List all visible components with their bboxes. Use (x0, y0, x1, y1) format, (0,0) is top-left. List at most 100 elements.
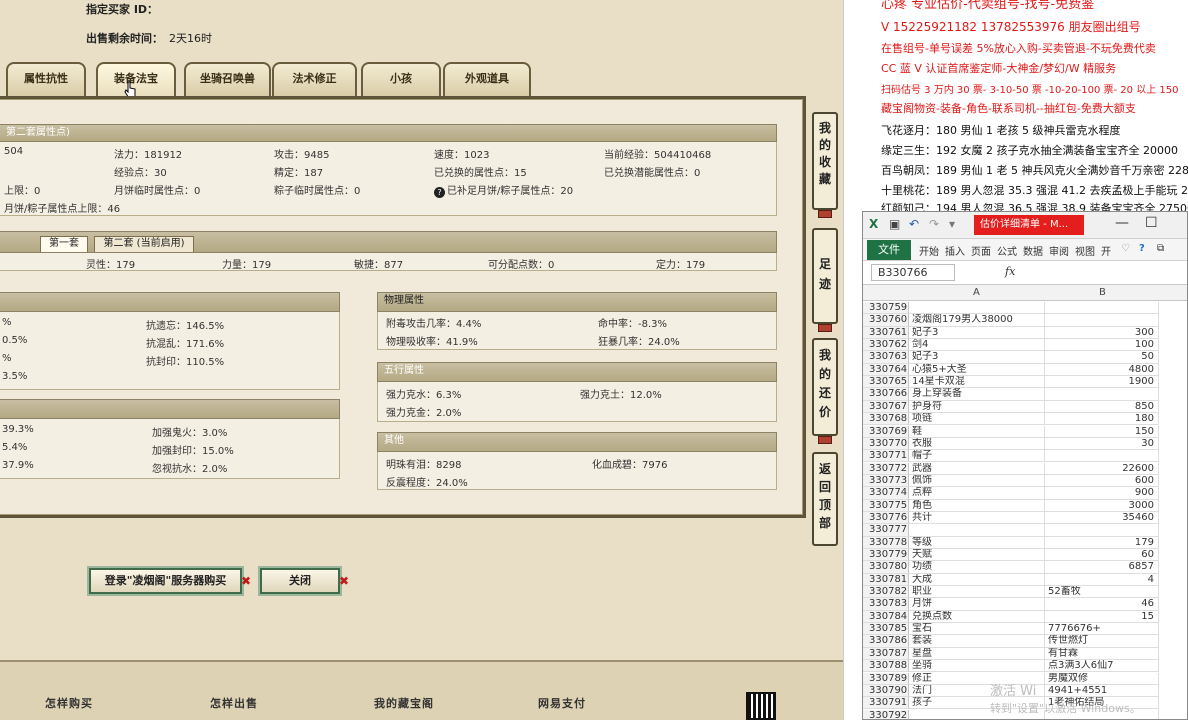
tab-spells[interactable]: 法术修正 (272, 62, 357, 96)
fx-icon[interactable]: fx (1005, 265, 1015, 278)
row-number[interactable]: 330778 (863, 536, 909, 549)
tab-home[interactable]: 开始 (919, 243, 939, 258)
sheet-row[interactable]: 330779 天赋 60 (863, 549, 1187, 562)
sheet-row[interactable]: 330771 帽子 (863, 450, 1187, 463)
tab-equipment[interactable]: 装备法宝 (96, 62, 176, 96)
cell-a[interactable]: 宝石 (909, 623, 1045, 636)
sheet-row[interactable]: 330770 衣服 30 (863, 437, 1187, 451)
sheet-row[interactable]: 330768 项链 180 (863, 413, 1187, 426)
cell-b[interactable] (1045, 450, 1159, 463)
cell-a[interactable] (909, 524, 1045, 537)
sheet-row[interactable]: 330775 角色 3000 (863, 499, 1187, 512)
cell-b[interactable]: 100 (1045, 339, 1159, 352)
cell-a[interactable]: 心猿5+大圣 (909, 363, 1045, 377)
tab-attributes[interactable]: 属性抗性 (6, 62, 86, 96)
cell-a[interactable]: 鞋 (909, 425, 1045, 438)
cell-b[interactable] (1045, 388, 1159, 401)
row-number[interactable]: 330788 (863, 660, 909, 673)
footer-link-how-to-buy[interactable]: 怎样购买 (45, 695, 93, 711)
cell-b[interactable] (1045, 524, 1159, 537)
sheet-row[interactable]: 330765 14星卡双混 1900 (863, 376, 1187, 389)
cell-a[interactable]: 项链 (909, 413, 1045, 426)
cell-b[interactable]: 50 (1045, 351, 1159, 364)
cell-b[interactable]: 52畜牧 (1045, 586, 1159, 599)
footer-link-my-cbg[interactable]: 我的藏宝阁 (374, 695, 434, 711)
row-number[interactable]: 330781 (863, 573, 909, 586)
qat-dropdown-icon[interactable]: ▾ (949, 217, 955, 231)
cell-a[interactable]: 佩饰 (909, 474, 1045, 488)
sheet-row[interactable]: 330782 职业 52畜牧 (863, 586, 1187, 599)
cell-b[interactable]: 22600 (1045, 462, 1159, 475)
row-number[interactable]: 330759 (863, 302, 909, 315)
redo-icon[interactable]: ↷ (929, 217, 939, 231)
cell-a[interactable]: 功绩 (909, 561, 1045, 574)
footer-link-netease-pay[interactable]: 网易支付 (538, 695, 586, 711)
sheet-row[interactable]: 330761 妃子3 300 (863, 326, 1187, 339)
row-number[interactable]: 330782 (863, 586, 909, 599)
row-number[interactable]: 330792 (863, 709, 909, 719)
cell-b[interactable]: 3000 (1045, 499, 1159, 512)
undo-icon[interactable]: ↶ (909, 217, 919, 231)
cell-a[interactable]: 月饼 (909, 598, 1045, 611)
cell-b[interactable]: 15 (1045, 610, 1159, 624)
cell-a[interactable]: 大成 (909, 573, 1045, 586)
tab-dev[interactable]: 开 (1101, 243, 1111, 258)
cell-b[interactable]: 46 (1045, 598, 1159, 611)
cell-b[interactable]: 6857 (1045, 561, 1159, 574)
sheet-row[interactable]: 330786 套装 传世燃灯 (863, 635, 1187, 648)
tab-data[interactable]: 数据 (1023, 243, 1043, 258)
row-number[interactable]: 330773 (863, 474, 909, 488)
cell-b[interactable]: 4941+4551 (1045, 684, 1159, 698)
row-number[interactable]: 330789 (863, 672, 909, 685)
tab-view[interactable]: 视图 (1075, 243, 1095, 258)
row-number[interactable]: 330791 (863, 697, 909, 710)
row-number[interactable]: 330787 (863, 647, 909, 661)
cell-b[interactable]: 男魔双修 (1045, 672, 1159, 685)
tab-page[interactable]: 页面 (971, 243, 991, 258)
sheet-row[interactable]: 330778 等级 179 (863, 536, 1187, 549)
row-number[interactable]: 330769 (863, 425, 909, 438)
cell-b[interactable]: 150 (1045, 425, 1159, 438)
row-number[interactable]: 330785 (863, 623, 909, 636)
sheet-row[interactable]: 330769 鞋 150 (863, 425, 1187, 438)
row-number[interactable]: 330775 (863, 499, 909, 512)
tab-formula[interactable]: 公式 (997, 243, 1017, 258)
sheet-row[interactable]: 330766 身上穿装备 (863, 388, 1187, 401)
row-number[interactable]: 330772 (863, 462, 909, 475)
cell-a[interactable]: 星盘 (909, 647, 1045, 661)
cell-a[interactable]: 帽子 (909, 450, 1045, 463)
row-number[interactable]: 330762 (863, 339, 909, 352)
row-number[interactable]: 330786 (863, 635, 909, 648)
tab-child[interactable]: 小孩 (361, 62, 441, 96)
row-number[interactable]: 330768 (863, 413, 909, 426)
sheet-row[interactable]: 330774 点粹 900 (863, 487, 1187, 500)
cell-b[interactable]: 传世燃灯 (1045, 635, 1159, 648)
cell-b[interactable] (1045, 302, 1159, 315)
cell-b[interactable]: 7776676+ (1045, 623, 1159, 636)
sheet-row[interactable]: 330777 (863, 524, 1187, 537)
minimize-icon[interactable]: — (1115, 215, 1129, 231)
sheet-row[interactable]: 330781 大成 4 (863, 573, 1187, 586)
footprint-button[interactable]: 足迹 (812, 228, 838, 324)
cell-a[interactable]: 武器 (909, 462, 1045, 475)
cell-a[interactable]: 等级 (909, 536, 1045, 549)
sheet-row[interactable]: 330764 心猿5+大圣 4800 (863, 363, 1187, 377)
restore-icon[interactable]: ⧉ (1157, 243, 1164, 254)
cell-a[interactable]: 职业 (909, 586, 1045, 599)
cell-b[interactable]: 850 (1045, 400, 1159, 414)
cell-b[interactable]: 30 (1045, 437, 1159, 451)
cell-b[interactable]: 300 (1045, 326, 1159, 339)
cell-a[interactable]: 衣服 (909, 437, 1045, 451)
cell-a[interactable]: 角色 (909, 499, 1045, 512)
row-number[interactable]: 330771 (863, 450, 909, 463)
cell-a[interactable]: 天赋 (909, 549, 1045, 562)
cell-b[interactable]: 180 (1045, 413, 1159, 426)
tab-review[interactable]: 审阅 (1049, 243, 1069, 258)
cell-b[interactable]: 1900 (1045, 376, 1159, 389)
name-box[interactable]: B330766 (871, 264, 955, 281)
cell-b[interactable]: 有甘霖 (1045, 647, 1159, 661)
tab-appearance[interactable]: 外观道具 (443, 62, 531, 96)
save-icon[interactable]: ▣ (889, 217, 900, 231)
sheet-row[interactable]: 330762 剑4 100 (863, 339, 1187, 352)
sheet-row[interactable]: 330767 护身符 850 (863, 400, 1187, 414)
